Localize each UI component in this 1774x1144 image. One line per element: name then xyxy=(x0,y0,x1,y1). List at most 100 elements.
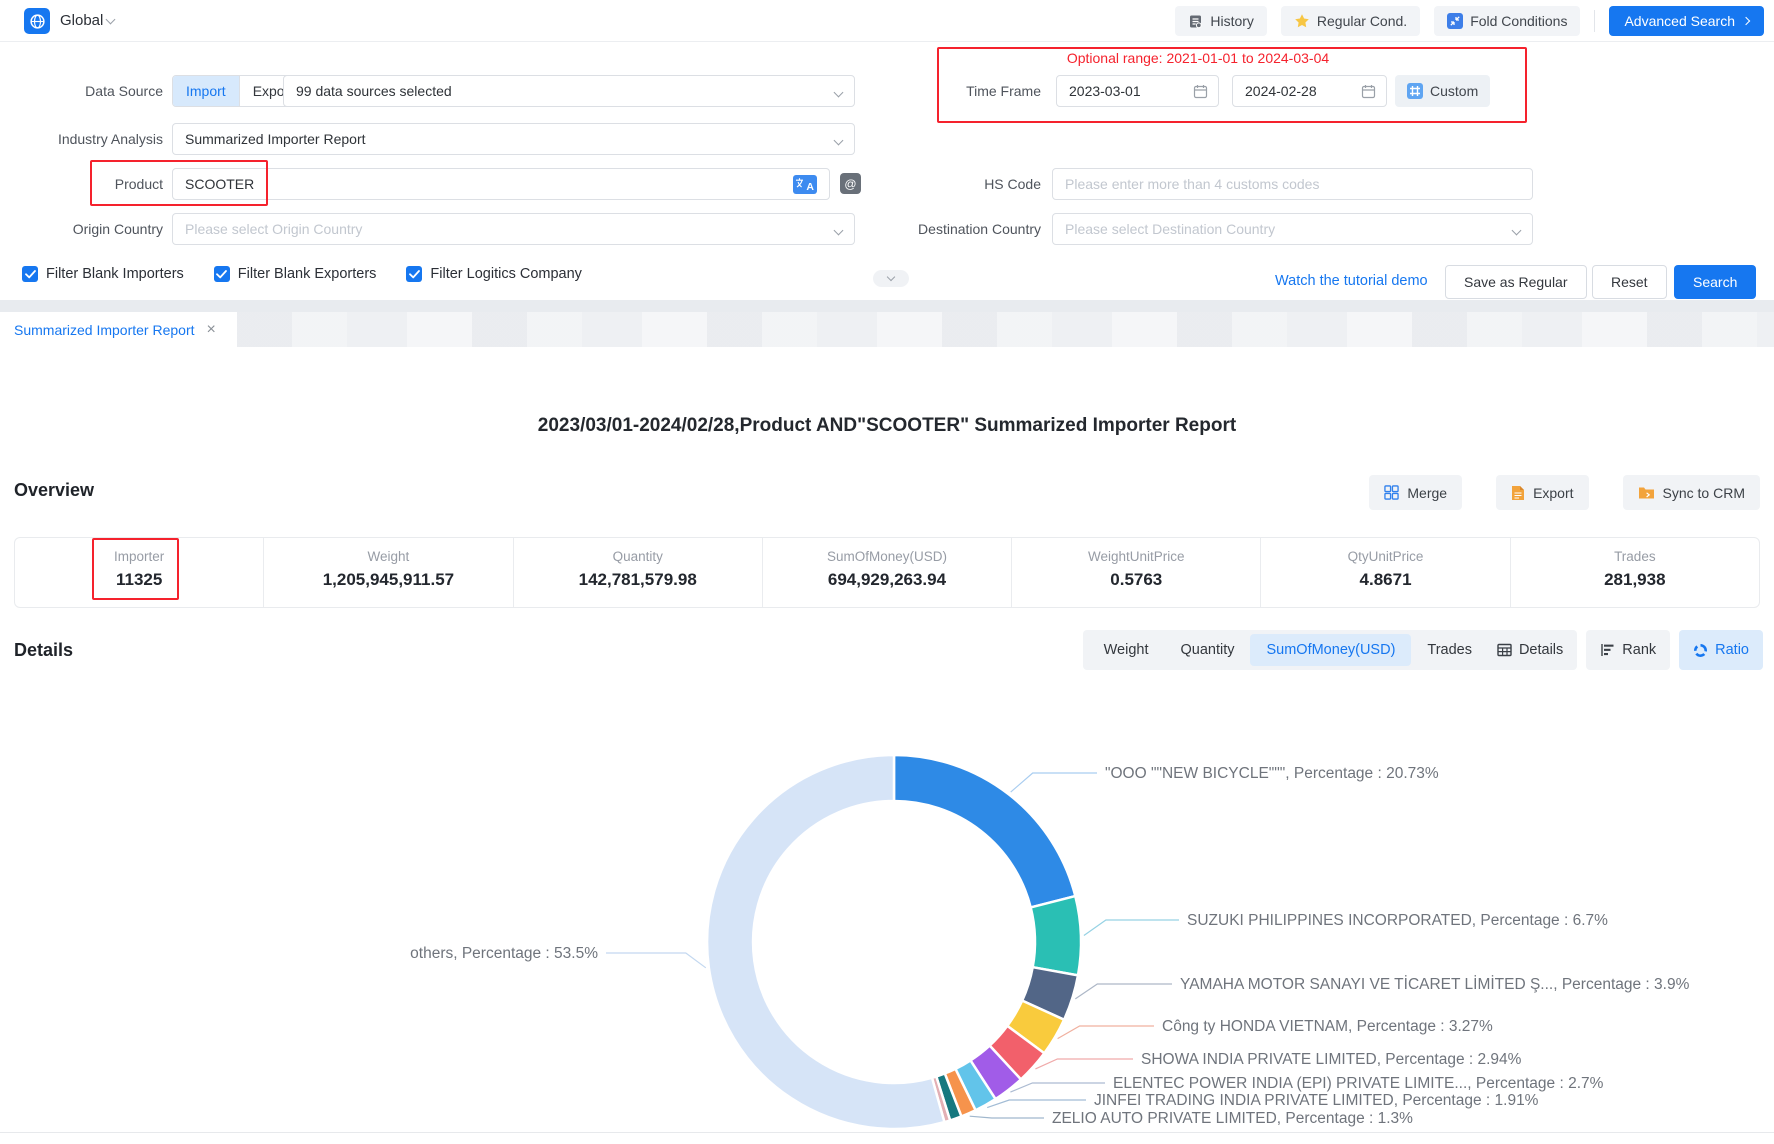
industry-analysis-select[interactable]: Summarized Importer Report xyxy=(172,123,855,155)
end-date-input[interactable]: 2024-02-28 xyxy=(1232,75,1387,107)
origin-country-select[interactable]: Please select Origin Country xyxy=(172,213,855,245)
stat-value: 281,938 xyxy=(1511,570,1759,590)
fold-icon xyxy=(1447,13,1463,29)
hs-code-input[interactable]: Please enter more than 4 customs codes xyxy=(1052,168,1533,200)
view-tab-label: Details xyxy=(1519,642,1563,658)
advanced-search-button[interactable]: Advanced Search xyxy=(1609,6,1764,36)
globe-icon xyxy=(29,13,46,30)
checkbox-label: Filter Blank Importers xyxy=(46,266,184,282)
chevron-down-icon[interactable] xyxy=(106,15,116,25)
destination-country-select[interactable]: Please select Destination Country xyxy=(1052,213,1533,245)
region-selector-label[interactable]: Global xyxy=(60,0,103,42)
export-button-label: Export xyxy=(1533,485,1573,501)
view-tab-ratio[interactable]: Ratio xyxy=(1679,630,1763,670)
pie-segment-ooo-new-bicycle[interactable] xyxy=(894,755,1075,907)
stat-sumofmoney-usd: SumOfMoney(USD)694,929,263.94 xyxy=(762,538,1011,607)
industry-analysis-value: Summarized Importer Report xyxy=(185,131,366,147)
expand-conditions-button[interactable] xyxy=(873,270,909,287)
metric-tab-trades[interactable]: Trades xyxy=(1411,634,1488,666)
pie-label-line xyxy=(1011,773,1097,792)
pie-segment-suzuki-philippines-incorporated[interactable] xyxy=(1031,896,1081,975)
start-date-input[interactable]: 2023-03-01 xyxy=(1056,75,1219,107)
fold-conditions-button-label: Fold Conditions xyxy=(1470,13,1567,29)
tutorial-demo-link[interactable]: Watch the tutorial demo xyxy=(1275,273,1428,289)
industry-analysis-label: Industry Analysis xyxy=(0,123,163,155)
optional-range-hint: Optional range: 2021-01-01 to 2024-03-04 xyxy=(1043,50,1353,66)
pie-label-line xyxy=(987,1100,1086,1108)
stat-value: 11325 xyxy=(15,570,263,590)
topbar-divider xyxy=(1594,10,1595,32)
filter-checkbox-filter-blank-exporters[interactable]: Filter Blank Exporters xyxy=(214,266,377,282)
filter-checkboxes: Filter Blank Importers Filter Blank Expor… xyxy=(22,266,582,282)
hs-code-placeholder: Please enter more than 4 customs codes xyxy=(1065,176,1319,192)
overview-stats: Importer 11325Weight1,205,945,911.57Quant… xyxy=(14,537,1760,608)
checkbox-checked-icon[interactable] xyxy=(214,266,230,282)
tab-summarized-importer-report[interactable]: Summarized Importer Report × xyxy=(0,312,237,347)
search-button[interactable]: Search xyxy=(1674,265,1756,299)
pie-label-line xyxy=(1010,1083,1105,1092)
export-button[interactable]: Export xyxy=(1496,475,1588,510)
stat-weight: Weight1,205,945,911.57 xyxy=(263,538,512,607)
metric-tab-sumofmoney-usd[interactable]: SumOfMoney(USD) xyxy=(1250,634,1411,666)
pie-segment-others[interactable] xyxy=(707,755,944,1129)
sync-to-crm-label: Sync to CRM xyxy=(1663,485,1745,501)
chevron-down-icon xyxy=(887,273,895,281)
checkbox-checked-icon[interactable] xyxy=(406,266,422,282)
tab-title: Summarized Importer Report xyxy=(14,322,195,338)
crm-folder-icon xyxy=(1638,485,1655,500)
destination-country-label: Destination Country xyxy=(796,213,1041,245)
pie-label-showa-india-private-limited: SHOWA INDIA PRIVATE LIMITED, Percentage … xyxy=(1141,1051,1522,1068)
calendar-icon[interactable] xyxy=(1361,84,1376,102)
custom-range-label: Custom xyxy=(1430,83,1478,99)
stat-label: Quantity xyxy=(514,549,762,564)
stat-label: Trades xyxy=(1511,549,1759,564)
stat-value: 0.5763 xyxy=(1012,570,1260,590)
stat-value: 142,781,579.98 xyxy=(514,570,762,590)
start-date-value: 2023-03-01 xyxy=(1069,83,1141,99)
pie-label-ooo-new-bicycle: "OOO ""NEW BICYCLE""", Percentage : 20.7… xyxy=(1105,765,1439,782)
product-input[interactable]: SCOOTER A xyxy=(172,168,830,200)
blurred-tabs-area xyxy=(237,312,1774,347)
pie-label-line xyxy=(606,953,706,968)
pie-label-elentec-power-india-epi-private-limite: ELENTEC POWER INDIA (EPI) PRIVATE LIMITE… xyxy=(1113,1075,1604,1092)
stat-quantity: Quantity 142,781,579.98 xyxy=(513,538,762,607)
filter-checkbox-filter-logitics-company[interactable]: Filter Logitics Company xyxy=(406,266,582,282)
custom-range-button[interactable]: Custom xyxy=(1395,75,1490,107)
pie-label-line xyxy=(1058,1026,1154,1039)
checkbox-checked-icon[interactable] xyxy=(22,266,38,282)
stat-label: Importer xyxy=(15,549,263,564)
view-tab-rank[interactable]: Rank xyxy=(1586,630,1670,670)
stat-trades: Trades 281,938 xyxy=(1510,538,1759,607)
chevron-right-icon xyxy=(1742,17,1750,25)
overview-heading: Overview xyxy=(14,480,94,501)
filter-checkbox-filter-blank-importers[interactable]: Filter Blank Importers xyxy=(22,266,184,282)
regular-cond-button[interactable]: Regular Cond. xyxy=(1281,6,1420,36)
pie-label-zelio-auto-private-limited: ZELIO AUTO PRIVATE LIMITED, Percentage :… xyxy=(1052,1110,1413,1127)
history-button[interactable]: History xyxy=(1175,6,1267,36)
history-icon xyxy=(1188,14,1203,29)
pie-label-jinfei-trading-india-private-limited: JINFEI TRADING INDIA PRIVATE LIMITED, Pe… xyxy=(1094,1092,1539,1109)
metric-tab-weight[interactable]: Weight xyxy=(1088,634,1165,666)
reset-button[interactable]: Reset xyxy=(1592,265,1667,299)
stat-label: QtyUnitPrice xyxy=(1261,549,1509,564)
rank-icon xyxy=(1600,643,1615,657)
stat-qtyunitprice: QtyUnitPrice4.8671 xyxy=(1260,538,1509,607)
pie-label-line xyxy=(1084,920,1179,936)
save-as-regular-button[interactable]: Save as Regular xyxy=(1445,265,1587,299)
data-sources-select[interactable]: 99 data sources selected xyxy=(283,75,855,107)
merge-button-label: Merge xyxy=(1407,485,1447,501)
import-tab[interactable]: Import xyxy=(173,76,239,106)
app-logo[interactable] xyxy=(24,8,50,34)
data-sources-value: 99 data sources selected xyxy=(296,83,452,99)
pie-label-suzuki-philippines-incorporated: SUZUKI PHILIPPINES INCORPORATED, Percent… xyxy=(1187,912,1608,929)
view-tab-details[interactable]: Details xyxy=(1483,630,1577,670)
pie-label-others: others, Percentage : 53.5% xyxy=(410,945,598,962)
calendar-icon[interactable] xyxy=(1193,84,1208,102)
metric-tab-quantity[interactable]: Quantity xyxy=(1164,634,1250,666)
fold-conditions-button[interactable]: Fold Conditions xyxy=(1434,6,1580,36)
merge-button[interactable]: Merge xyxy=(1369,475,1462,510)
sync-to-crm-button[interactable]: Sync to CRM xyxy=(1623,475,1760,510)
close-icon[interactable]: × xyxy=(207,322,216,338)
checkbox-label: Filter Blank Exporters xyxy=(238,266,377,282)
destination-country-placeholder: Please select Destination Country xyxy=(1065,221,1275,237)
